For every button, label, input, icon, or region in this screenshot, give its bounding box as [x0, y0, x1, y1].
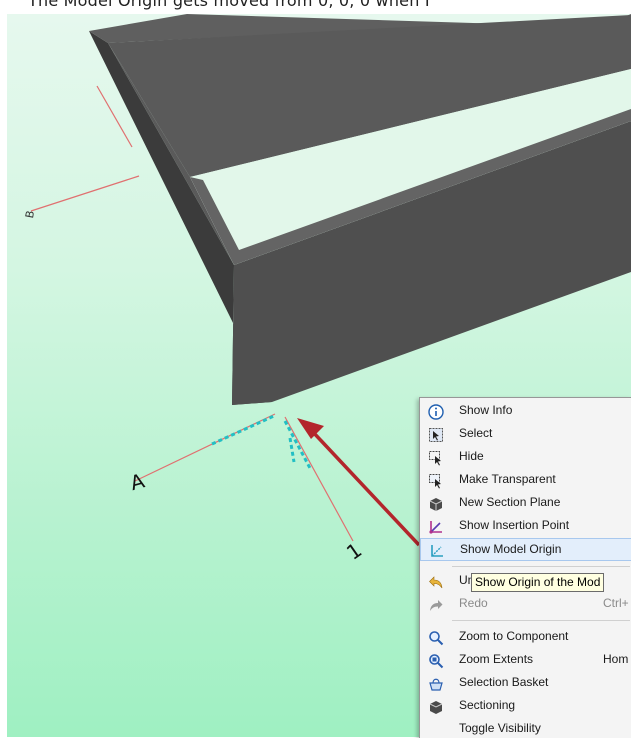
menu-item-zoom-to-component[interactable]: Zoom to Component: [420, 626, 631, 649]
hide-icon: [429, 451, 441, 466]
menu-label: Redo: [459, 596, 488, 610]
zoom-component-icon: [429, 631, 444, 646]
menu-label: Show Model Origin: [460, 542, 562, 556]
annotation-arrow-shaft: [310, 429, 421, 547]
model-origin-marker: [211, 414, 313, 471]
menu-item-redo[interactable]: Redo Ctrl+: [420, 593, 631, 616]
menu-label: Make Transparent: [459, 472, 556, 486]
menu-item-zoom-extents[interactable]: Zoom Extents Hom: [420, 649, 631, 672]
menu-label: Toggle Visibility: [459, 721, 541, 735]
menu-item-new-section-plane[interactable]: New Section Plane: [420, 492, 631, 515]
menu-separator: [452, 566, 630, 567]
axis-label-one: 1: [342, 538, 366, 565]
menu-item-select[interactable]: Select: [420, 423, 631, 446]
transparent-icon: [429, 474, 441, 489]
menu-shortcut: Hom: [603, 652, 629, 666]
menu-item-show-insertion-point[interactable]: Show Insertion Point: [420, 515, 631, 538]
menu-label: Select: [459, 426, 493, 440]
undo-icon: [429, 576, 443, 589]
axis-label-b: B: [23, 210, 37, 220]
axis-line-b: [30, 175, 140, 212]
menu-label: Sectioning: [459, 698, 516, 712]
menu-label: New Section Plane: [459, 495, 561, 509]
sectioning-icon: [429, 701, 443, 714]
axis-label-a: A: [128, 468, 148, 495]
menu-separator: [452, 620, 630, 621]
caption-label: The Model Origin gets moved from 0, 0, 0…: [28, 0, 430, 10]
annotation-arrow-head: [297, 418, 324, 439]
tooltip: Show Origin of the Mod: [471, 573, 605, 592]
menu-shortcut: Ctrl+: [603, 596, 629, 610]
menu-item-hide[interactable]: Hide: [420, 446, 631, 469]
context-menu: Show Info Select Hide Make Transparent N…: [419, 397, 631, 738]
axis-line-a: [134, 413, 276, 482]
menu-item-selection-basket[interactable]: Selection Basket: [420, 672, 631, 695]
menu-item-sectioning[interactable]: Sectioning: [420, 695, 631, 718]
insertion-point-icon: [429, 521, 442, 534]
menu-label: Zoom Extents: [459, 652, 534, 666]
select-icon: [429, 428, 443, 442]
menu-label: Zoom to Component: [459, 629, 569, 643]
menu-item-show-model-origin[interactable]: Show Model Origin: [420, 538, 631, 561]
menu-label: Hide: [459, 449, 484, 463]
model-origin-icon: [431, 545, 443, 557]
zoom-extents-icon: [429, 654, 444, 669]
selection-basket-icon: [429, 678, 443, 691]
menu-label: Selection Basket: [459, 675, 549, 689]
axis-line-1: [284, 416, 354, 542]
menu-item-toggle-visibility[interactable]: Toggle Visibility: [420, 718, 631, 738]
info-icon: [428, 404, 444, 420]
menu-label: Show Insertion Point: [459, 518, 570, 532]
redo-icon: [430, 600, 443, 611]
menu-item-show-info[interactable]: Show Info: [420, 400, 631, 423]
menu-item-make-transparent[interactable]: Make Transparent: [420, 469, 631, 492]
section-plane-icon: [429, 498, 443, 511]
menu-label: Show Info: [459, 403, 513, 417]
